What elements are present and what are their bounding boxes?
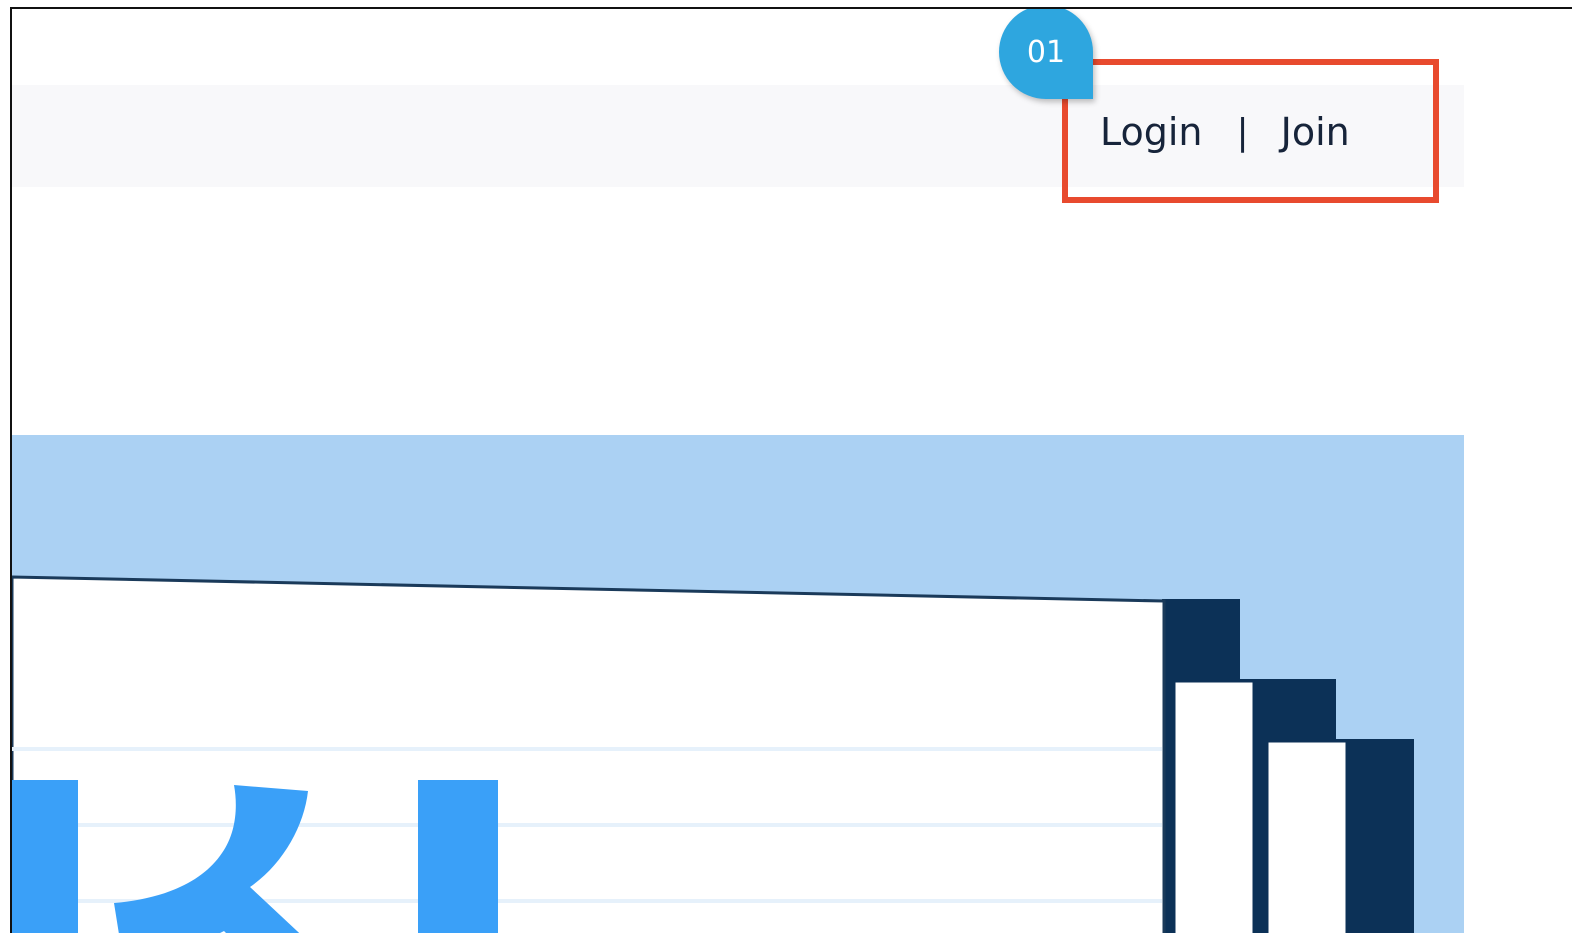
link-separator: | [1236, 111, 1249, 153]
step-badge: 01 [999, 9, 1093, 99]
auth-links: Login | Join [1100, 107, 1350, 157]
step-panel-2 [1265, 739, 1349, 933]
logo-stroke-3 [418, 780, 498, 933]
logo-stroke-1 [12, 780, 78, 933]
white-card [12, 575, 1166, 933]
page-frame: Login | Join 01 [10, 7, 1572, 933]
hero-banner [12, 435, 1464, 933]
banner-illustration [12, 575, 1414, 933]
join-link[interactable]: Join [1281, 110, 1350, 154]
login-link[interactable]: Login [1100, 110, 1203, 154]
step-panel-1 [1172, 679, 1256, 933]
